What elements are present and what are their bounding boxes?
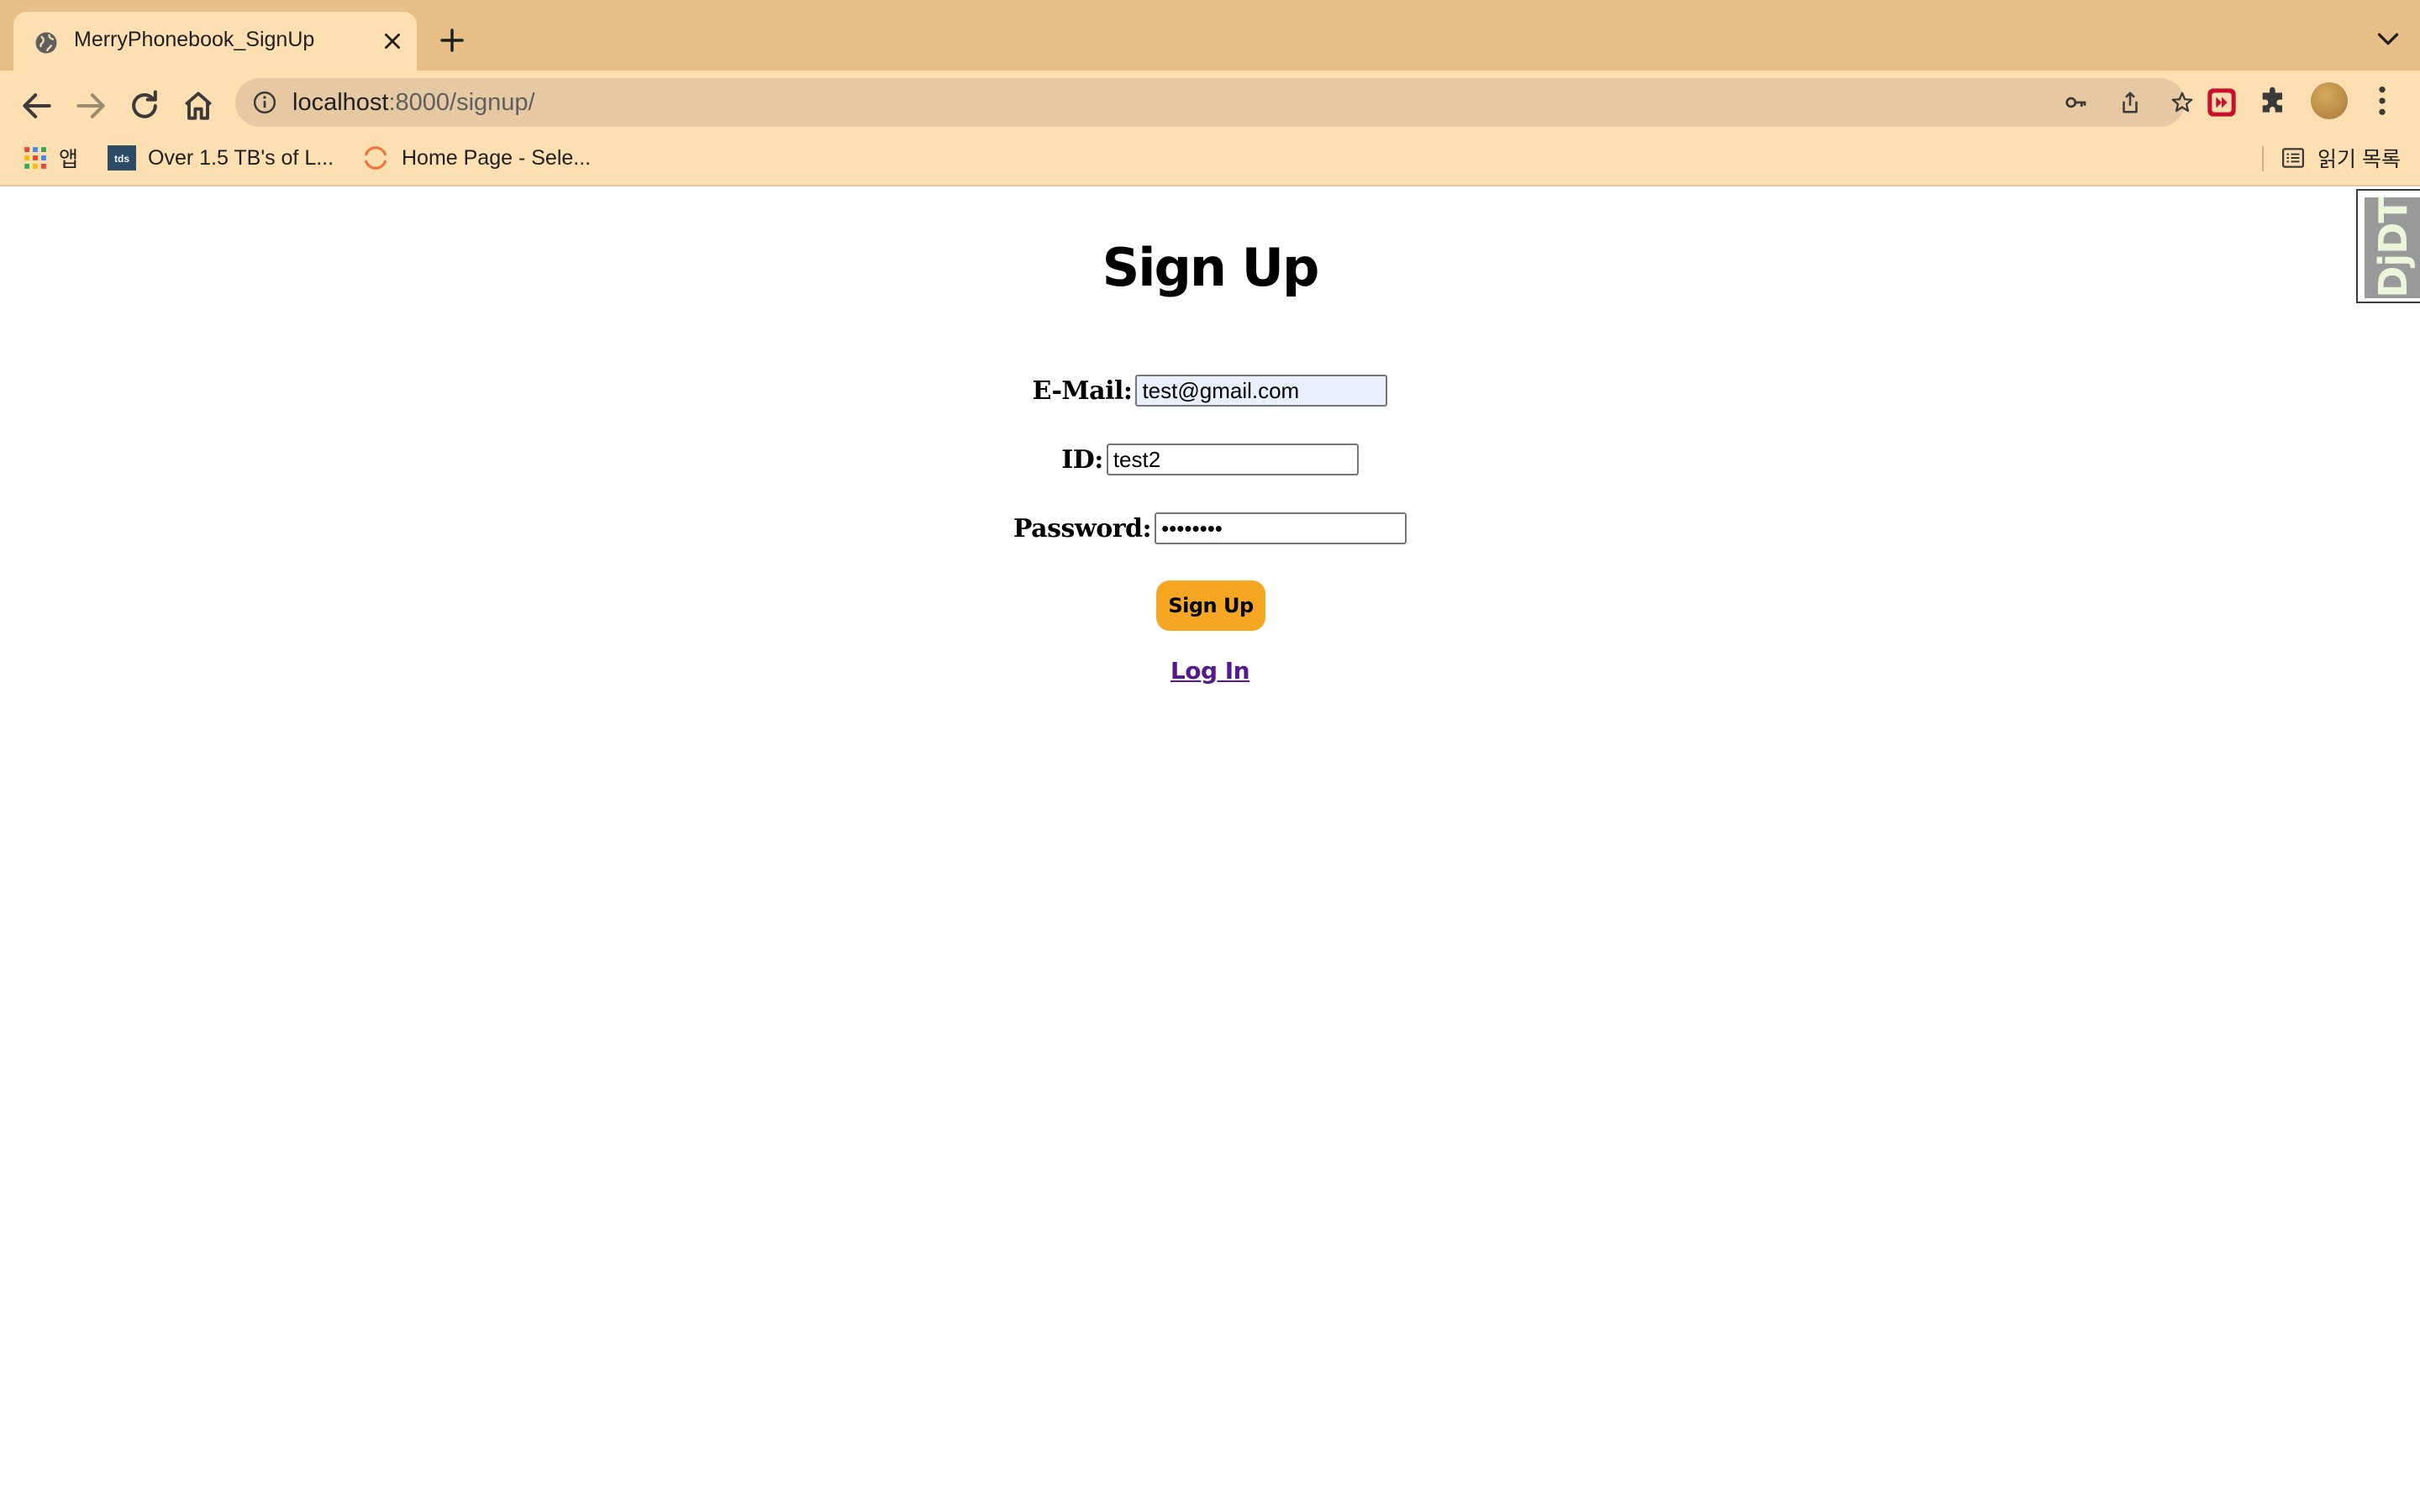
bookmark-label: Home Page - Sele... <box>402 145 592 170</box>
key-icon[interactable] <box>2064 90 2089 115</box>
djdt-background: DjDT <box>2365 197 2420 298</box>
info-icon[interactable] <box>252 90 277 115</box>
password-field[interactable] <box>1155 512 1407 544</box>
active-tab[interactable]: MerryPhonebook_SignUp <box>13 12 417 71</box>
new-tab-icon[interactable] <box>439 27 466 54</box>
more-menu-icon[interactable] <box>2371 84 2393 118</box>
chevron-down-icon[interactable] <box>2376 30 2400 49</box>
bookmark-divider <box>2262 146 2264 171</box>
globe-icon <box>35 32 57 54</box>
share-icon[interactable] <box>2118 90 2143 115</box>
email-field[interactable] <box>1135 375 1388 407</box>
id-row: ID: <box>0 444 2420 475</box>
url-path: :8000/signup/ <box>388 89 535 116</box>
sign-up-button[interactable]: Sign Up <box>1156 580 1265 631</box>
email-row: E-Mail: <box>0 375 2420 407</box>
close-icon[interactable] <box>381 30 403 52</box>
url-host: localhost <box>292 89 389 116</box>
bookmark-label: Over 1.5 TB's of L... <box>148 145 334 170</box>
log-in-link: Log In <box>0 657 2420 685</box>
bookmark-tds[interactable]: tds Over 1.5 TB's of L... <box>108 141 334 175</box>
page-content: Sign Up E-Mail: ID: Password: Sign Up Lo… <box>0 186 2420 1512</box>
password-label: Password: <box>1013 513 1152 543</box>
reading-list-button[interactable]: 읽기 목록 <box>2281 141 2401 175</box>
svg-text:tds: tds <box>114 153 129 165</box>
back-icon[interactable] <box>18 87 55 124</box>
reading-list-label: 읽기 목록 <box>2317 148 2401 171</box>
bookmark-label: 앱 <box>59 148 79 171</box>
reading-list-icon <box>2282 148 2304 168</box>
id-field[interactable] <box>1106 444 1359 475</box>
tab-title: MerryPhonebook_SignUp <box>74 28 315 51</box>
page-title: Sign Up <box>1102 237 1320 298</box>
browser-toolbar: localhost:8000/signup/ 앱 tds Over 1.5 TB… <box>0 71 2420 198</box>
reload-icon[interactable] <box>126 87 163 124</box>
address-bar[interactable]: localhost:8000/signup/ <box>235 78 2193 127</box>
url-text[interactable]: localhost:8000/signup/ <box>292 89 535 117</box>
loading-ring-icon <box>365 146 387 170</box>
djdt-label: DjDT <box>2370 197 2416 298</box>
log-in-link-anchor[interactable]: Log In <box>1171 657 1250 685</box>
forward-icon[interactable] <box>72 87 109 124</box>
bookmark-selenium[interactable]: Home Page - Sele... <box>361 141 591 175</box>
id-label: ID: <box>1061 444 1103 475</box>
bookmark-apps[interactable]: 앱 <box>24 141 78 175</box>
home-icon[interactable] <box>180 87 217 124</box>
password-row: Password: <box>0 512 2420 544</box>
apps-grid-icon <box>24 147 46 169</box>
puzzle-icon[interactable] <box>2257 86 2291 119</box>
tab-strip: MerryPhonebook_SignUp <box>0 0 2420 71</box>
tds-favicon: tds <box>108 145 136 171</box>
star-icon[interactable] <box>2170 90 2195 115</box>
profile-avatar[interactable] <box>2311 82 2348 119</box>
extension-red-icon[interactable] <box>2205 86 2238 119</box>
email-label: E-Mail: <box>1032 375 1133 406</box>
django-debug-toolbar-handle[interactable]: DjDT <box>2356 189 2420 303</box>
